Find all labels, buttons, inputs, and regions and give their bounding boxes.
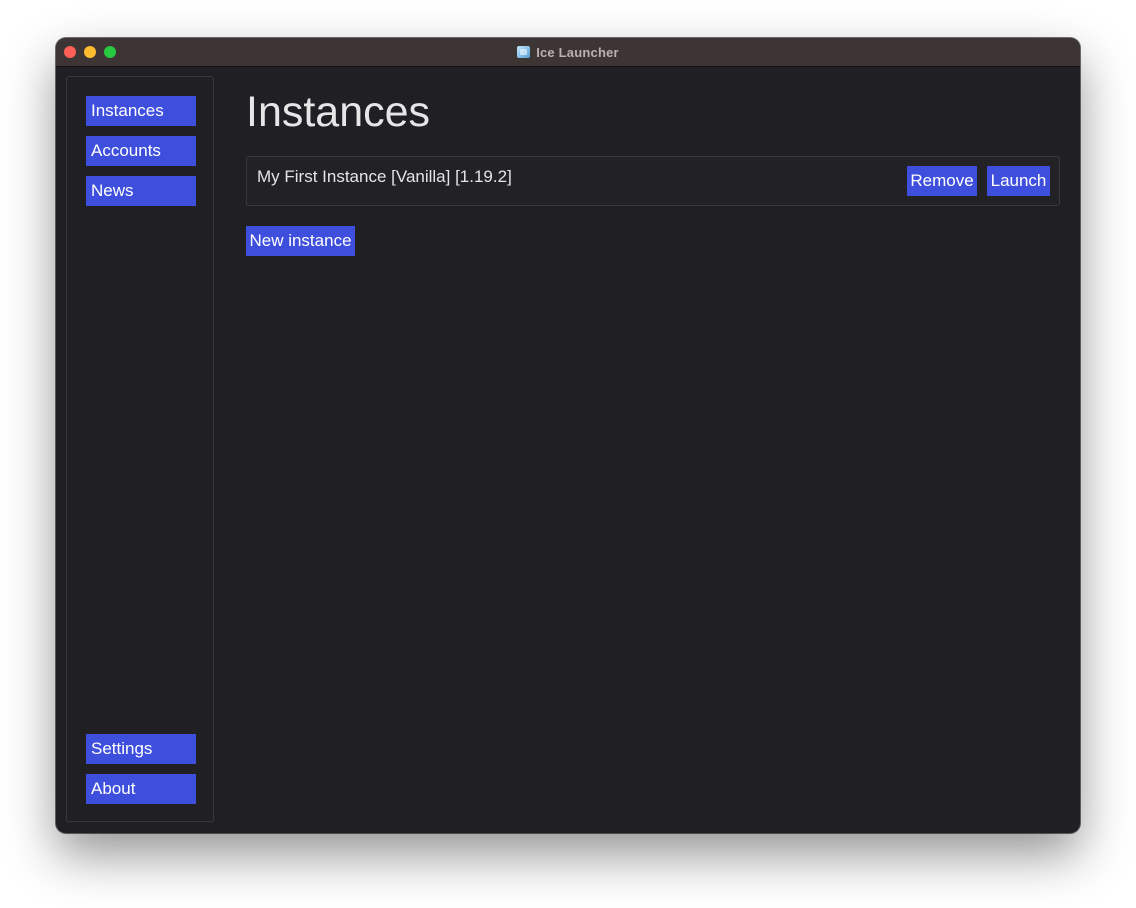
launch-instance-button[interactable]: Launch (987, 166, 1050, 196)
sidebar-item-instances[interactable]: Instances (86, 96, 196, 126)
sidebar-item-settings[interactable]: Settings (86, 734, 196, 764)
new-instance-button[interactable]: New instance (246, 226, 355, 256)
sidebar-item-about[interactable]: About (86, 774, 196, 804)
instance-card: My First Instance [Vanilla] [1.19.2] Rem… (246, 156, 1060, 206)
sidebar-item-news[interactable]: News (86, 176, 196, 206)
instance-name: My First Instance [Vanilla] [1.19.2] (257, 167, 512, 186)
title-bar: Ice Launcher (56, 38, 1080, 67)
ice-cube-icon (517, 46, 531, 58)
window-title: Ice Launcher (536, 44, 619, 60)
sidebar-item-accounts[interactable]: Accounts (86, 136, 196, 166)
page-title: Instances (246, 88, 431, 136)
remove-instance-button[interactable]: Remove (907, 166, 977, 196)
sidebar: Instances Accounts News Settings About (66, 76, 214, 822)
app-window: Ice Launcher Instances Accounts News Set… (56, 38, 1080, 833)
window-title-group: Ice Launcher (56, 38, 1080, 66)
